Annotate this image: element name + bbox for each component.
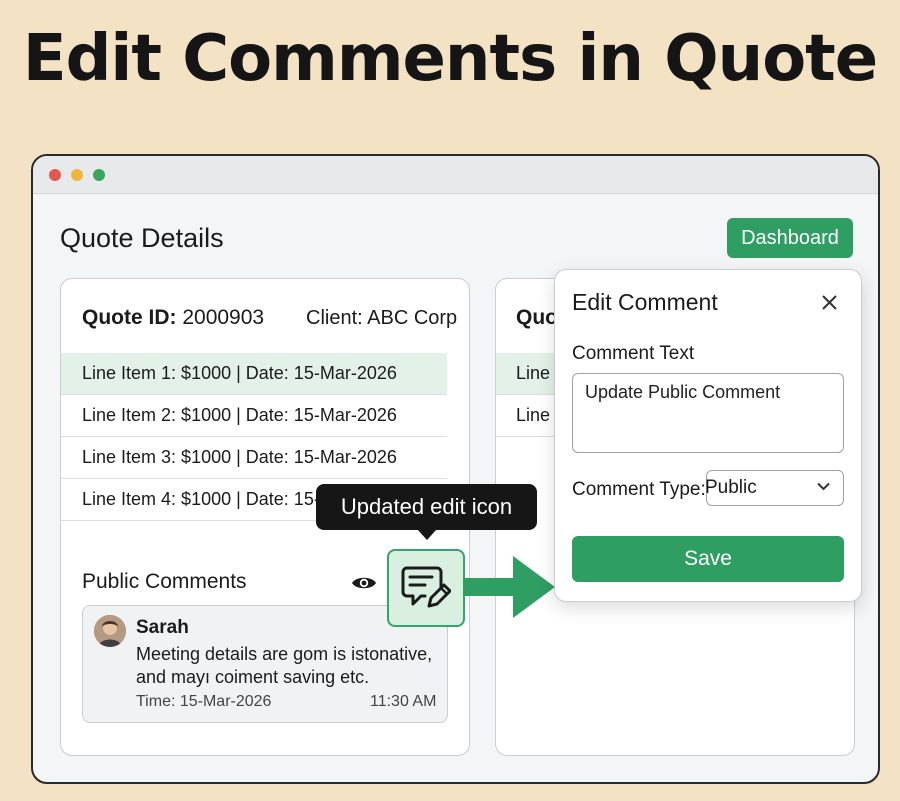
headline: Edit Comments in Quote bbox=[22, 22, 878, 96]
comment-text: Meeting details are gom is istonative, a… bbox=[136, 644, 433, 687]
close-window-dot[interactable] bbox=[49, 169, 61, 181]
comment-edit-icon bbox=[401, 566, 451, 608]
line-item[interactable]: Line Item 1: $1000 | Date: 15-Mar-2026 bbox=[61, 353, 447, 395]
quote-id-value: 2000903 bbox=[182, 306, 265, 329]
comment-text-field[interactable]: Update Public Comment bbox=[572, 373, 844, 453]
public-comments-label: Public Comments bbox=[82, 570, 247, 593]
client-name: Client: ABC Corp bbox=[306, 307, 458, 329]
line-item[interactable]: Line Item 2: $1000 | Date: 15-Mar-2026 bbox=[61, 395, 447, 437]
tooltip: Updated edit icon bbox=[316, 484, 537, 530]
chevron-down-icon bbox=[817, 482, 830, 491]
comment-text-label: Comment Text bbox=[572, 343, 695, 364]
flow-arrow bbox=[463, 556, 555, 618]
quote-id-fragment: Quo bbox=[516, 306, 558, 329]
comment-type-label: Comment Type: bbox=[572, 479, 706, 500]
edit-comment-modal: Edit Comment Comment Text Update Public … bbox=[554, 269, 862, 602]
comment-author: Sarah bbox=[136, 617, 189, 638]
edit-comment-button[interactable] bbox=[387, 549, 465, 627]
comment-type-value: Public bbox=[705, 477, 757, 498]
eye-icon[interactable] bbox=[351, 574, 377, 592]
comment-date: Time: 15-Mar-2026 bbox=[136, 693, 272, 710]
line-item[interactable]: Line Item 3: $1000 | Date: 15-Mar-2026 bbox=[61, 437, 447, 479]
titlebar bbox=[33, 156, 878, 194]
comment-type-select[interactable]: Public bbox=[705, 470, 844, 506]
save-button[interactable]: Save bbox=[572, 536, 844, 582]
tooltip-pointer bbox=[417, 529, 437, 540]
avatar bbox=[94, 615, 126, 647]
close-icon[interactable] bbox=[821, 294, 838, 311]
dashboard-button[interactable]: Dashboard bbox=[727, 218, 853, 258]
minimize-window-dot[interactable] bbox=[71, 169, 83, 181]
modal-title: Edit Comment bbox=[572, 289, 718, 315]
quote-id: Quote ID: 2000903 bbox=[82, 306, 264, 330]
page-title: Quote Details bbox=[60, 223, 224, 253]
app-window: Quote Details Dashboard Quote ID: 200090… bbox=[31, 154, 880, 784]
comment-time: 11:30 AM bbox=[370, 693, 437, 710]
quote-id-label: Quote ID: bbox=[82, 306, 177, 329]
maximize-window-dot[interactable] bbox=[93, 169, 105, 181]
